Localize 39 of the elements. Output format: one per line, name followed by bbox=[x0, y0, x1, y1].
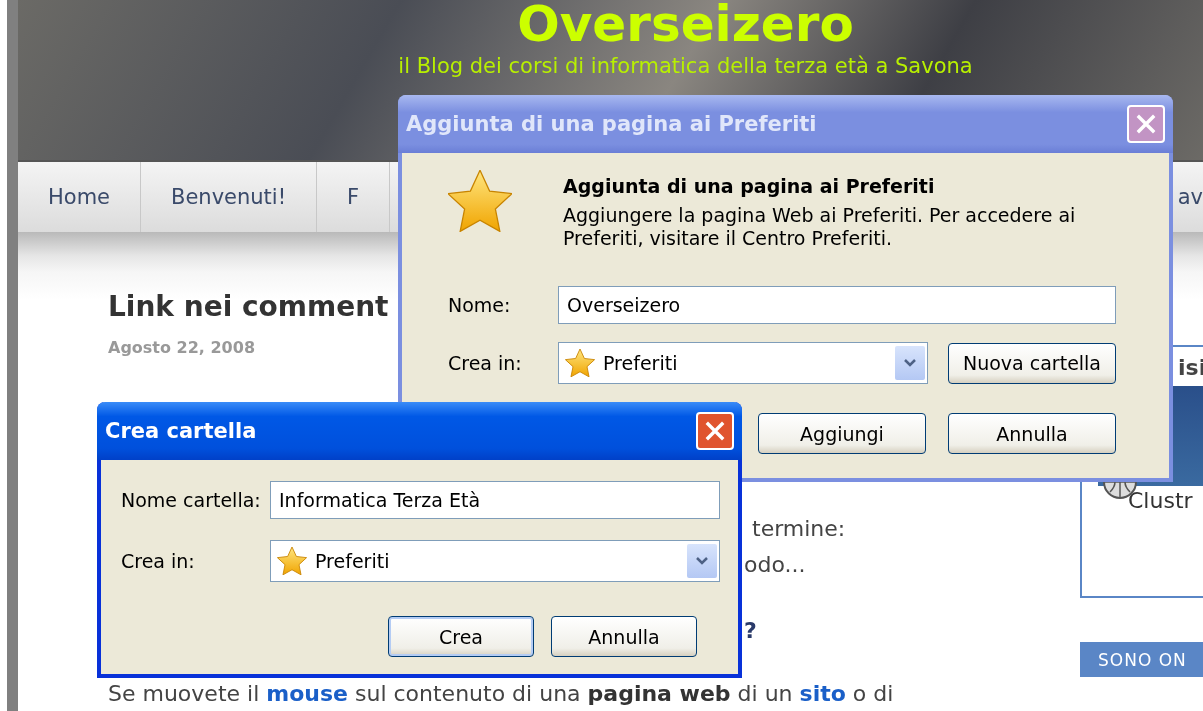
text-link[interactable]: sito bbox=[799, 681, 846, 706]
post-text: odo... bbox=[744, 552, 806, 577]
text-link[interactable]: mouse bbox=[266, 681, 348, 706]
window-title: Crea cartella bbox=[105, 419, 258, 443]
folder-dropdown[interactable]: Preferiti bbox=[270, 540, 720, 582]
star-icon bbox=[448, 170, 512, 232]
field-label: Crea in: bbox=[121, 550, 196, 572]
blog-subtitle: il Blog dei corsi di informatica della terza età a Savona bbox=[398, 54, 973, 78]
dialog-heading: Aggiunta di una pagina ai Preferiti bbox=[563, 175, 936, 197]
window-title: Aggiunta di una pagina ai Preferiti bbox=[406, 112, 818, 136]
dropdown-value: Preferiti bbox=[603, 352, 679, 374]
sidebar-section-title: SONO ON bbox=[1080, 642, 1203, 677]
close-icon bbox=[1135, 113, 1157, 135]
blog-title: Overseizero bbox=[517, 0, 854, 52]
post-text: termine: bbox=[752, 516, 846, 541]
post-text: ? bbox=[744, 618, 757, 643]
post-paragraph: Se muovete il mouse sul contenuto di una pagina web di un sito o di bbox=[108, 682, 894, 706]
map-label: Clustr bbox=[1128, 488, 1194, 513]
dropdown-value: Preferiti bbox=[315, 550, 391, 572]
field-label: Crea in: bbox=[448, 352, 523, 374]
dialog-button[interactable]: Crea bbox=[388, 616, 534, 657]
name-input[interactable]: Overseizero bbox=[558, 286, 1116, 324]
close-icon bbox=[704, 420, 726, 442]
dialog-button[interactable]: Annulla bbox=[948, 413, 1116, 454]
star-icon bbox=[565, 349, 595, 377]
post-date: Agosto 22, 2008 bbox=[108, 338, 255, 357]
nav-tab[interactable]: av bbox=[1177, 162, 1203, 232]
post-title: Link nei comment bbox=[108, 290, 389, 324]
close-button[interactable] bbox=[1127, 105, 1165, 143]
close-button[interactable] bbox=[696, 412, 734, 450]
field-label: Nome: bbox=[448, 294, 512, 316]
dialog-button[interactable]: Aggiungi bbox=[758, 413, 926, 454]
new-folder-button[interactable]: Nuova cartella bbox=[948, 342, 1116, 384]
folder-dropdown[interactable]: Preferiti bbox=[558, 342, 928, 384]
star-icon bbox=[277, 547, 307, 575]
dialog-description: Aggiungere la pagina Web ai Preferiti. Per accedere ai Preferiti, visitare il Centro Preferiti. bbox=[563, 204, 1077, 250]
field-label: Nome cartella: bbox=[121, 489, 262, 511]
dialog-button[interactable]: Annulla bbox=[551, 616, 697, 657]
folder-name-input[interactable]: Informatica Terza Età bbox=[270, 481, 720, 519]
